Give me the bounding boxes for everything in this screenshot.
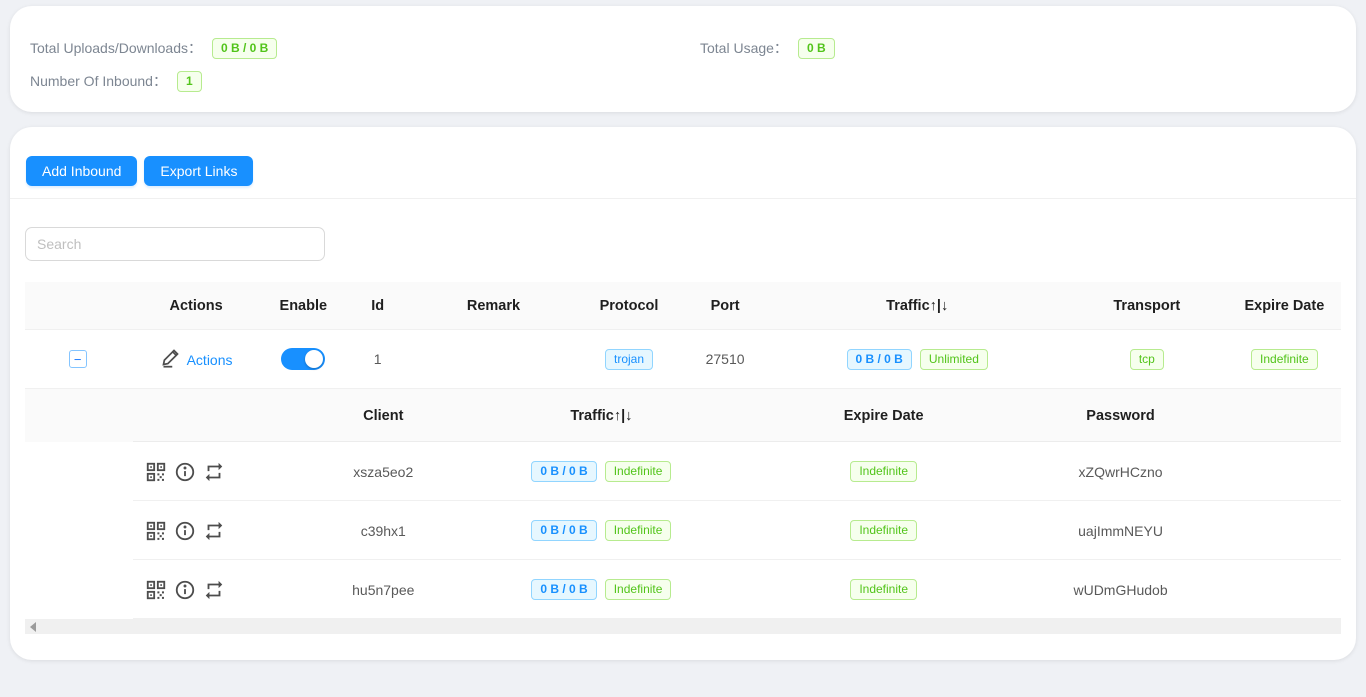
reset-traffic-icon[interactable] — [203, 461, 225, 483]
info-circle-icon[interactable] — [174, 520, 196, 542]
total-usage-value-badge: 0 B — [798, 38, 835, 59]
inbounds-table-header: Actions Enable Id Remark Protocol Port T… — [25, 282, 1341, 330]
inbound-row: − Actions — [25, 330, 1341, 389]
client-traffic-used-badge: 0 B / 0 B — [531, 520, 596, 541]
client-traffic-limit-badge: Indefinite — [605, 520, 672, 541]
client-traffic-limit-badge: Indefinite — [605, 579, 672, 600]
stat-uploads-downloads: Total Uploads/Downloads： 0 B / 0 B — [30, 36, 700, 60]
header-traffic-sort[interactable]: Traffic↑|↓ — [768, 298, 1065, 314]
header-actions: Actions — [130, 298, 262, 314]
reset-traffic-icon[interactable] — [203, 520, 225, 542]
client-name: c39hx1 — [280, 523, 486, 539]
header-remark: Remark — [411, 298, 577, 314]
client-name: xsza5eo2 — [280, 464, 486, 480]
sub-header-password: Password — [1051, 408, 1190, 424]
sub-header-traffic-sort[interactable]: Traffic↑|↓ — [486, 408, 716, 424]
client-expire-badge: Indefinite — [850, 579, 917, 600]
client-password: xZQwrHCzno — [1051, 464, 1190, 480]
client-row: hu5n7pee 0 B / 0 B Indefinite Indefinite… — [25, 560, 1341, 619]
scroll-left-arrow-icon[interactable] — [30, 622, 36, 632]
header-enable: Enable — [262, 298, 345, 314]
client-password: uajImmNEYU — [1051, 523, 1190, 539]
qr-code-icon[interactable] — [145, 461, 167, 483]
uploads-downloads-label: Total Uploads/Downloads： — [30, 38, 202, 58]
qr-code-icon[interactable] — [145, 520, 167, 542]
traffic-used-badge: 0 B / 0 B — [847, 349, 912, 370]
client-row: xsza5eo2 0 B / 0 B Indefinite Indefinite… — [25, 442, 1341, 501]
sub-header-expire-date: Expire Date — [717, 408, 1051, 424]
total-usage-label: Total Usage： — [700, 38, 788, 58]
expire-date-badge: Indefinite — [1251, 349, 1318, 370]
client-name: hu5n7pee — [280, 582, 486, 598]
inbounds-card: Add Inbound Export Links Actions Enable … — [10, 127, 1356, 660]
actions-dropdown[interactable]: Actions — [160, 347, 233, 368]
header-protocol: Protocol — [576, 298, 681, 314]
inbound-port: 27510 — [682, 351, 769, 367]
client-expire-badge: Indefinite — [850, 520, 917, 541]
reset-traffic-icon[interactable] — [203, 579, 225, 601]
export-links-button[interactable]: Export Links — [144, 156, 253, 186]
toolbar: Add Inbound Export Links — [10, 127, 1356, 199]
uploads-downloads-value-badge: 0 B / 0 B — [212, 38, 277, 59]
inbound-id: 1 — [345, 351, 411, 367]
search-input[interactable] — [25, 227, 325, 261]
client-subtable: Client Traffic↑|↓ Expire Date Password — [25, 389, 1341, 619]
collapse-row-button[interactable]: − — [69, 350, 87, 368]
header-transport: Transport — [1066, 298, 1228, 314]
enable-toggle[interactable] — [281, 348, 325, 370]
client-expire-badge: Indefinite — [850, 461, 917, 482]
header-id: Id — [345, 298, 411, 314]
number-of-inbound-value-badge: 1 — [177, 71, 202, 92]
transport-badge: tcp — [1130, 349, 1164, 370]
header-port: Port — [682, 298, 769, 314]
info-circle-icon[interactable] — [174, 461, 196, 483]
header-expire-date: Expire Date — [1228, 298, 1341, 314]
number-of-inbound-label: Number Of Inbound： — [30, 71, 167, 91]
stat-number-of-inbound: Number Of Inbound： 1 — [30, 69, 700, 93]
client-row: c39hx1 0 B / 0 B Indefinite Indefinite u… — [25, 501, 1341, 560]
inbounds-table: Actions Enable Id Remark Protocol Port T… — [25, 282, 1341, 634]
actions-link-label: Actions — [187, 352, 233, 368]
client-traffic-used-badge: 0 B / 0 B — [531, 579, 596, 600]
stat-total-usage: Total Usage： 0 B — [700, 36, 1336, 60]
add-inbound-button[interactable]: Add Inbound — [26, 156, 137, 186]
traffic-limit-badge: Unlimited — [920, 349, 988, 370]
horizontal-scrollbar[interactable] — [25, 619, 1341, 634]
client-traffic-limit-badge: Indefinite — [605, 461, 672, 482]
qr-code-icon[interactable] — [145, 579, 167, 601]
protocol-badge: trojan — [605, 349, 653, 370]
client-password: wUDmGHudob — [1051, 582, 1190, 598]
client-table-header: Client Traffic↑|↓ Expire Date Password — [25, 389, 1341, 442]
client-traffic-used-badge: 0 B / 0 B — [531, 461, 596, 482]
edit-pencil-icon — [160, 347, 181, 368]
info-circle-icon[interactable] — [174, 579, 196, 601]
stats-card: Total Uploads/Downloads： 0 B / 0 B Total… — [10, 6, 1356, 112]
sub-header-client: Client — [280, 408, 486, 424]
